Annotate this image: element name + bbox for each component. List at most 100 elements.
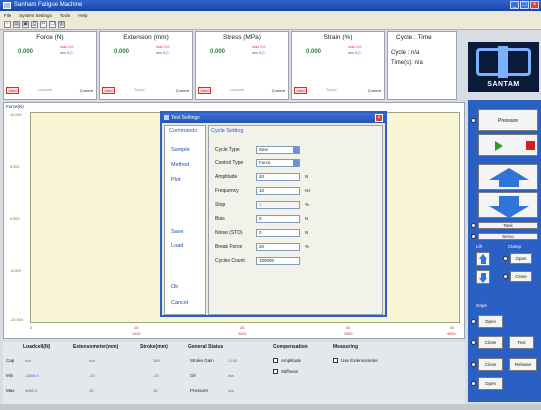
lower-close-button[interactable]: Close bbox=[478, 358, 503, 371]
readout-current[interactable]: Current bbox=[368, 88, 381, 93]
readout-force: Force (N) 0.000 max 0.0 min 0.0 Zero Loa… bbox=[3, 31, 97, 100]
readout-source[interactable]: Stroke bbox=[326, 88, 337, 92]
readout-source[interactable]: Loadcell bbox=[230, 88, 244, 92]
status-header: Compensation bbox=[273, 344, 308, 350]
loadcell-max: 4000.0 bbox=[25, 388, 38, 393]
test-button[interactable]: Test bbox=[509, 336, 534, 349]
amplitude-input[interactable]: 20 bbox=[256, 173, 300, 181]
readout-current[interactable]: Current bbox=[80, 88, 93, 93]
bias-input[interactable]: 0 bbox=[256, 215, 300, 223]
zero-button[interactable]: Zero bbox=[6, 87, 19, 94]
menu-bar: File System Settings Tools Help bbox=[0, 11, 541, 20]
general-label: Stroke Gain bbox=[190, 358, 214, 363]
checkbox-label: Stiffness bbox=[281, 369, 299, 374]
dialog-close-icon[interactable]: × bbox=[375, 114, 383, 122]
clamp-close-button[interactable]: Close bbox=[510, 271, 532, 282]
control-panel: Pressure Tank Servo Lift Clamp Open Clos… bbox=[468, 100, 541, 402]
grip-open-button[interactable]: Open bbox=[478, 315, 503, 328]
stiffness-checkbox[interactable] bbox=[273, 369, 278, 374]
test-settings-dialog: Test Settings × Commands Sample Method P… bbox=[160, 111, 387, 317]
logo-bar-icon bbox=[498, 46, 508, 78]
lift-down-button[interactable] bbox=[476, 270, 490, 284]
readout-source[interactable]: Stroke bbox=[134, 88, 145, 92]
menu-file[interactable]: File bbox=[4, 13, 11, 18]
close-icon[interactable]: × bbox=[530, 1, 539, 9]
stop-icon[interactable] bbox=[526, 141, 535, 150]
servo-radio[interactable] bbox=[471, 234, 476, 239]
loadcell-cap: n/a bbox=[25, 358, 31, 363]
cycle-type-select[interactable]: Sine bbox=[256, 146, 300, 154]
command-load[interactable]: Load bbox=[171, 243, 183, 249]
print-icon[interactable]: ⎙ bbox=[31, 21, 38, 28]
row-label: Cap bbox=[6, 358, 15, 363]
arrow-down-stem-icon bbox=[499, 196, 519, 206]
readout-current[interactable]: Current bbox=[272, 88, 285, 93]
cycles-count-input[interactable]: 100000 bbox=[256, 257, 300, 265]
servo-button[interactable]: Servo bbox=[478, 233, 538, 240]
field-unit: % bbox=[305, 202, 310, 207]
move-down-button[interactable] bbox=[478, 192, 538, 218]
lower-close-radio[interactable] bbox=[471, 362, 476, 367]
grip-open-radio[interactable] bbox=[471, 319, 476, 324]
frequency-input[interactable]: 10 bbox=[256, 187, 300, 195]
command-sample[interactable]: Sample bbox=[171, 147, 190, 153]
copy-icon[interactable]: ❐ bbox=[49, 21, 56, 28]
zero-button[interactable]: Zero bbox=[294, 87, 307, 94]
field-label: Control Type bbox=[215, 160, 244, 166]
menu-help[interactable]: Help bbox=[78, 13, 87, 18]
paste-icon[interactable]: ▥ bbox=[58, 21, 65, 28]
clamp-open-radio[interactable] bbox=[503, 256, 508, 261]
release-button[interactable]: Release bbox=[509, 358, 537, 371]
command-save[interactable]: Save bbox=[171, 229, 184, 235]
pressure-button[interactable]: Pressure bbox=[478, 109, 538, 131]
open-icon[interactable]: ▤ bbox=[13, 21, 20, 28]
clamp-open-button[interactable]: Open bbox=[510, 253, 532, 264]
tank-radio[interactable] bbox=[471, 223, 476, 228]
readout-current[interactable]: Current bbox=[176, 88, 189, 93]
new-icon[interactable]: ▫ bbox=[4, 21, 11, 28]
readout-min: min 0.0 bbox=[348, 51, 361, 55]
y-tick: 0.000 bbox=[10, 217, 20, 221]
x-tick: 40 bbox=[450, 326, 455, 330]
play-icon[interactable] bbox=[495, 141, 503, 151]
readout-min: min 0.0 bbox=[252, 51, 265, 55]
x-tick: 10 bbox=[134, 326, 139, 330]
clamp-label: Clamp bbox=[508, 244, 522, 249]
readout-value: 0.000 bbox=[306, 49, 322, 55]
window-titlebar: Sanham Fatigue Machine _ □ × bbox=[0, 0, 541, 11]
zero-button[interactable]: Zero bbox=[198, 87, 211, 94]
lower-open-button[interactable]: Open bbox=[478, 377, 503, 390]
app-icon bbox=[3, 2, 11, 9]
noise-input[interactable]: 0 bbox=[256, 229, 300, 237]
control-type-select[interactable]: Force bbox=[256, 159, 300, 167]
command-method[interactable]: Method bbox=[171, 162, 189, 168]
minimize-icon[interactable]: _ bbox=[510, 1, 519, 9]
menu-tools[interactable]: Tools bbox=[60, 13, 71, 18]
readout-source[interactable]: Loadcell bbox=[38, 88, 52, 92]
field-label: Break Force bbox=[215, 244, 243, 250]
maximize-icon[interactable]: □ bbox=[520, 1, 529, 9]
x-tick: 0 bbox=[30, 326, 33, 330]
lower-open-radio[interactable] bbox=[471, 381, 476, 386]
grip-close-radio[interactable] bbox=[471, 340, 476, 345]
use-extensometer-checkbox[interactable] bbox=[333, 358, 338, 363]
break-force-input[interactable]: 20 bbox=[256, 243, 300, 251]
command-cancel[interactable]: Cancel bbox=[171, 300, 188, 306]
command-ok[interactable]: Ok bbox=[171, 284, 178, 290]
checkbox-label: Amplitude bbox=[281, 358, 302, 363]
status-header: Loadcell(N) bbox=[23, 344, 51, 350]
clamp-close-radio[interactable] bbox=[503, 274, 508, 279]
command-plot[interactable]: Plot bbox=[171, 177, 180, 183]
field-unit: N bbox=[305, 230, 309, 235]
readout-title: Stress (MPa) bbox=[223, 34, 261, 41]
zero-button[interactable]: Zero bbox=[102, 87, 115, 94]
amplitude-checkbox[interactable] bbox=[273, 358, 278, 363]
menu-system-settings[interactable]: System Settings bbox=[19, 13, 52, 18]
pressure-radio[interactable] bbox=[471, 118, 476, 123]
cut-icon[interactable]: ✂ bbox=[40, 21, 47, 28]
grip-close-button[interactable]: Close bbox=[478, 336, 503, 349]
move-up-button[interactable] bbox=[478, 164, 538, 190]
lift-up-button[interactable] bbox=[476, 252, 490, 266]
save-icon[interactable]: ▣ bbox=[22, 21, 29, 28]
tank-button[interactable]: Tank bbox=[478, 222, 538, 229]
